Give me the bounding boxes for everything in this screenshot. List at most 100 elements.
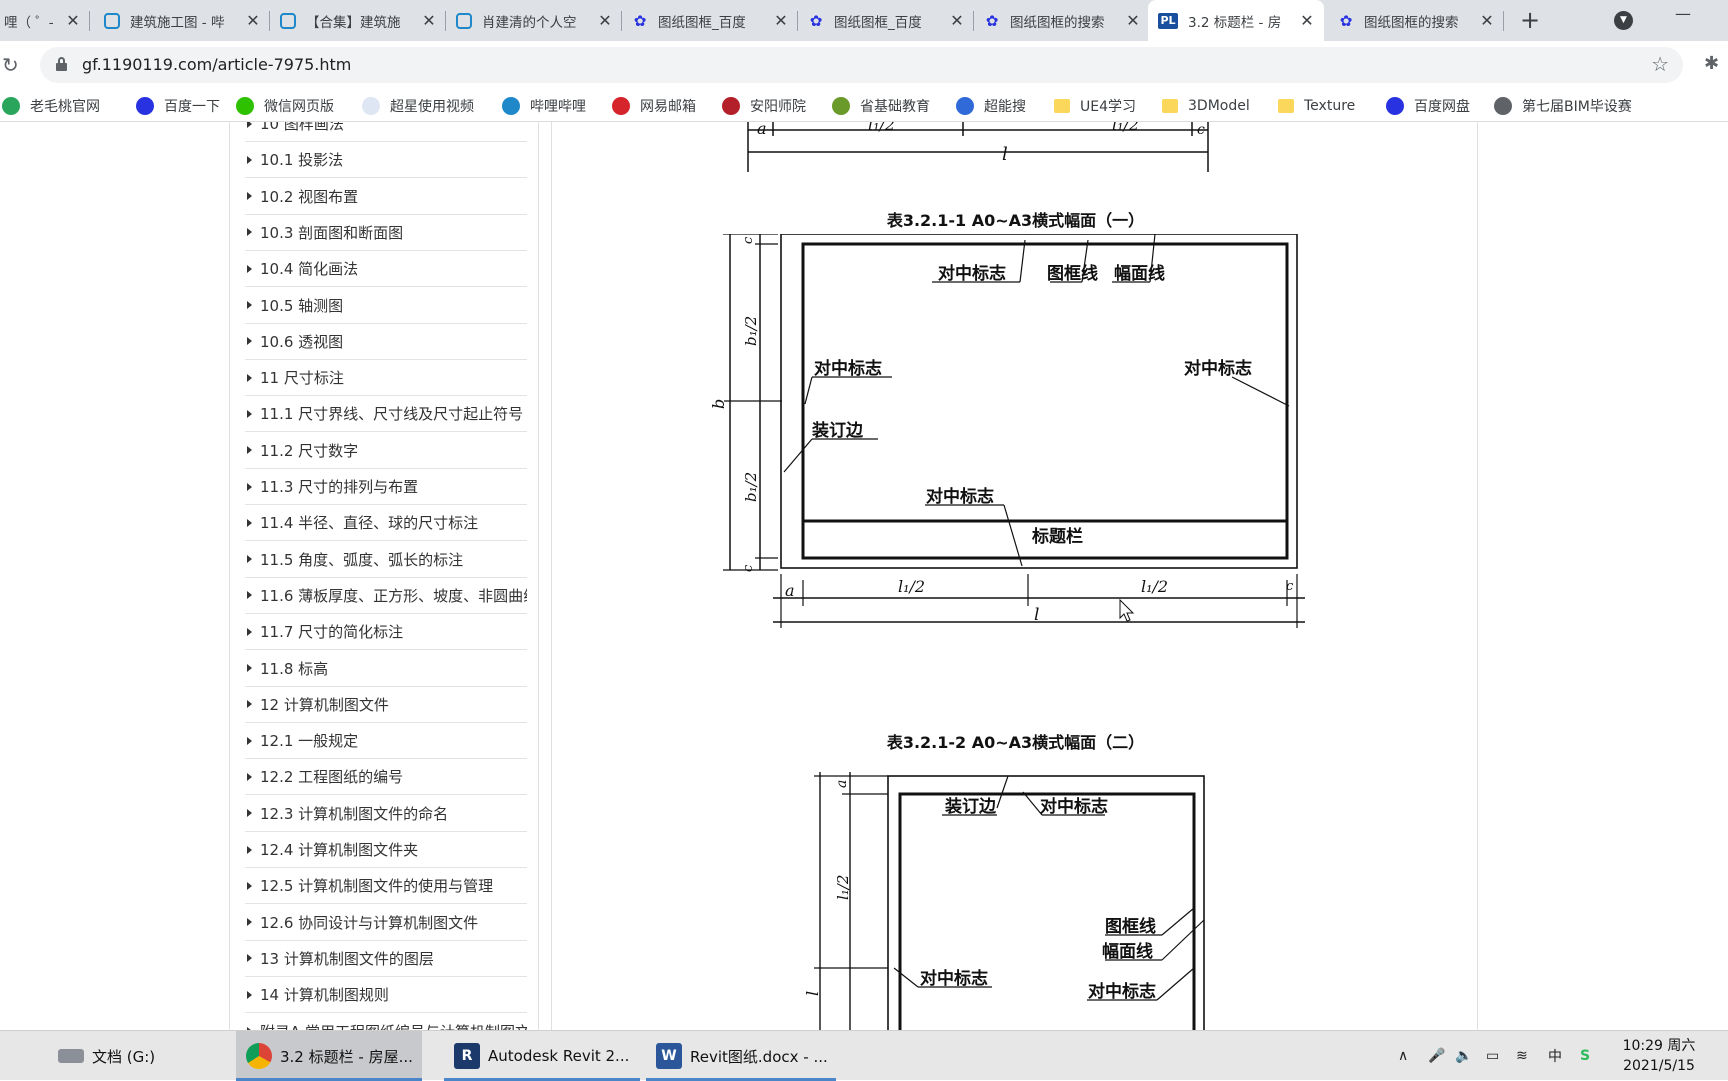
toc-item[interactable]: 10 图样画法 xyxy=(245,122,527,142)
toc-item[interactable]: 10.5 轴测图 xyxy=(245,288,527,324)
bookmark-item[interactable]: 3DModel xyxy=(1162,95,1250,117)
bookmark-item[interactable]: 老毛桃官网 xyxy=(2,95,100,117)
toc-item[interactable]: 12.3 计算机制图文件的命名 xyxy=(245,796,527,832)
toc-item[interactable]: 12.4 计算机制图文件夹 xyxy=(245,832,527,868)
toc-item[interactable]: 10.4 简化画法 xyxy=(245,251,527,288)
close-tab-icon[interactable]: ✕ xyxy=(772,11,790,30)
toc-item[interactable]: 11 尺寸标注 xyxy=(245,360,527,397)
tab-search-icon[interactable]: ▼ xyxy=(1614,11,1633,30)
toc-item[interactable]: 10.3 剖面图和断面图 xyxy=(245,215,527,251)
bookmark-item[interactable]: Texture xyxy=(1278,95,1355,117)
bookmark-label: 超星使用视频 xyxy=(390,99,474,115)
browser-tab[interactable]: 肖建清的个人空 ✕ xyxy=(446,0,622,41)
bilibili-icon xyxy=(280,12,296,29)
taskbar-item[interactable]: 3.2 标题栏 - 房屋... xyxy=(236,1031,422,1081)
browser-tab[interactable]: 建筑施工图 - 哔 ✕ xyxy=(94,0,270,41)
toc-item[interactable]: 11.4 半径、直径、球的尺寸标注 xyxy=(245,505,527,542)
clock-time: 10:29 周六 xyxy=(1622,1038,1696,1054)
bookmark-favicon-icon xyxy=(502,97,520,115)
system-clock[interactable]: 10:29 周六 2021/5/15 xyxy=(1616,1036,1702,1076)
toc-item[interactable]: 10.1 投影法 xyxy=(245,142,527,179)
browser-tab[interactable]: ✿ 图纸图框的搜索 ✕ xyxy=(974,0,1150,41)
toc-item[interactable]: 11.6 薄板厚度、正方形、坡度、非圆曲线 xyxy=(245,578,527,614)
toc-item[interactable]: 11.7 尺寸的简化标注 xyxy=(245,614,527,651)
toc-item[interactable]: 12.2 工程图纸的编号 xyxy=(245,759,527,796)
bookmark-item[interactable]: UE4学习 xyxy=(1054,95,1136,117)
browser-tab[interactable]: 【合集】建筑施 ✕ xyxy=(270,0,446,41)
close-tab-icon[interactable]: ✕ xyxy=(596,11,614,30)
fig1-label-center-mark-top: 对中标志 xyxy=(938,263,1006,284)
lock-icon[interactable] xyxy=(56,57,67,71)
toc-item[interactable]: 12.6 协同设计与计算机制图文件 xyxy=(245,905,527,941)
figure-caption-2: 表3.2.1-2 A0~A3横式幅面（二） xyxy=(886,733,1145,752)
toc-item[interactable]: 13 计算机制图文件的图层 xyxy=(245,941,527,977)
bookmark-item[interactable]: 安阳师院 xyxy=(722,95,806,117)
close-tab-icon[interactable]: ✕ xyxy=(1478,11,1496,30)
toc-item[interactable]: 11.2 尺寸数字 xyxy=(245,433,527,469)
ime-indicator[interactable]: 中 xyxy=(1548,1031,1562,1081)
baidu-paw-icon: ✿ xyxy=(985,11,999,30)
tab-title: 3.2 标题栏 - 房 xyxy=(1188,14,1282,31)
toc-item[interactable]: 12.5 计算机制图文件的使用与管理 xyxy=(245,868,527,905)
figure-a0-a3-landscape-2: 装订边 对中标志 图框线 幅面线 对中标志 对中标志 a l₁/2 l xyxy=(803,772,1205,1030)
bookmark-label: Texture xyxy=(1304,98,1356,114)
toc-item[interactable]: 附录A 常用工程图纸编号与计算机制图文件 xyxy=(245,1014,527,1030)
bookmark-item[interactable]: 超星使用视频 xyxy=(362,95,474,117)
tray-chevron-icon[interactable]: ∧ xyxy=(1398,1031,1408,1081)
taskbar-item[interactable]: 文档 (G:) xyxy=(48,1031,228,1081)
toc-item[interactable]: 12 计算机制图文件 xyxy=(245,687,527,723)
close-tab-icon[interactable]: ✕ xyxy=(948,11,966,30)
bookmark-item[interactable]: 哔哩哔哩 xyxy=(502,95,586,117)
new-tab-button[interactable]: + xyxy=(1516,6,1544,34)
toc-item[interactable]: 10.6 透视图 xyxy=(245,324,527,360)
tab-title: 图纸图框_百度 xyxy=(658,14,746,31)
toc-item[interactable]: 11.3 尺寸的排列与布置 xyxy=(245,469,527,505)
bookmark-item[interactable]: 省基础教育 xyxy=(832,95,930,117)
wifi-icon[interactable]: ≋ xyxy=(1516,1031,1528,1081)
bookmark-item[interactable]: 第七届BIM毕设赛 xyxy=(1494,95,1632,117)
browser-tab[interactable]: ✿ 图纸图框的搜索 ✕ xyxy=(1328,0,1504,41)
extensions-puzzle-icon[interactable]: ✱ xyxy=(1704,53,1719,74)
fig1-dim-c-right: c xyxy=(1286,579,1294,594)
minimize-window-button[interactable]: — xyxy=(1672,4,1694,24)
fig1-dim-b1-half-bottom: b₁/2 xyxy=(742,472,760,502)
tab-title: 建筑施工图 - 哔 xyxy=(130,14,225,31)
browser-tab[interactable]: 哩（ ゜- ゜） ✕ xyxy=(0,0,90,41)
tab-title: 图纸图框_百度 xyxy=(834,14,922,31)
bookmark-label: 第七届BIM毕设赛 xyxy=(1522,99,1632,115)
close-tab-icon[interactable]: ✕ xyxy=(244,11,262,30)
toc-item[interactable]: 11.1 尺寸界线、尺寸线及尺寸起止符号 xyxy=(245,396,527,433)
close-tab-icon[interactable]: ✕ xyxy=(420,11,438,30)
toc-item-label: 10.6 透视图 xyxy=(260,332,344,351)
toc-item[interactable]: 14 计算机制图规则 xyxy=(245,977,527,1014)
toc-item[interactable]: 10.2 视图布置 xyxy=(245,179,527,215)
battery-icon[interactable]: ▭ xyxy=(1486,1031,1499,1081)
browser-tab[interactable]: ✿ 图纸图框_百度 ✕ xyxy=(798,0,974,41)
fig0-dim-l1-half-right: l₁/2 xyxy=(1112,122,1139,134)
browser-tab[interactable]: PL 3.2 标题栏 - 房 ✕ xyxy=(1148,0,1324,41)
taskbar-item[interactable]: R Autodesk Revit 2... xyxy=(444,1031,640,1081)
reload-icon[interactable]: ↻ xyxy=(2,53,19,77)
bookmark-star-icon[interactable]: ☆ xyxy=(1651,52,1669,76)
toc-item[interactable]: 11.8 标高 xyxy=(245,651,527,687)
toc-item-label: 11.3 尺寸的排列与布置 xyxy=(260,478,419,496)
taskbar-item[interactable]: W Revit图纸.docx - ... xyxy=(646,1031,836,1081)
security-app-icon[interactable]: S xyxy=(1580,1031,1590,1081)
bookmark-item[interactable]: 网易邮箱 xyxy=(612,95,696,117)
fig0-dim-c: c xyxy=(1197,122,1205,138)
volume-icon[interactable]: 🔈 xyxy=(1455,1031,1472,1081)
toc-item[interactable]: 12.1 一般规定 xyxy=(245,723,527,760)
url-text[interactable]: gf.1190119.com/article-7975.htm xyxy=(82,55,351,74)
fig1-label-sheet-line: 幅面线 xyxy=(1114,263,1165,284)
bookmark-item[interactable]: 超能搜 xyxy=(956,95,1026,117)
bookmark-item[interactable]: 百度网盘 xyxy=(1386,95,1470,117)
browser-tab[interactable]: ✿ 图纸图框_百度 ✕ xyxy=(622,0,798,41)
bookmark-item[interactable]: 百度一下 xyxy=(136,95,220,117)
close-tab-icon[interactable]: ✕ xyxy=(1298,11,1316,30)
bookmark-item[interactable]: 微信网页版 xyxy=(236,95,334,117)
toc-item[interactable]: 11.5 角度、弧度、弧长的标注 xyxy=(245,542,527,578)
close-tab-icon[interactable]: ✕ xyxy=(1124,11,1142,30)
close-tab-icon[interactable]: ✕ xyxy=(64,11,82,30)
address-bar[interactable]: gf.1190119.com/article-7975.htm ☆ xyxy=(40,47,1683,83)
microphone-icon[interactable]: 🎤 xyxy=(1428,1031,1445,1081)
